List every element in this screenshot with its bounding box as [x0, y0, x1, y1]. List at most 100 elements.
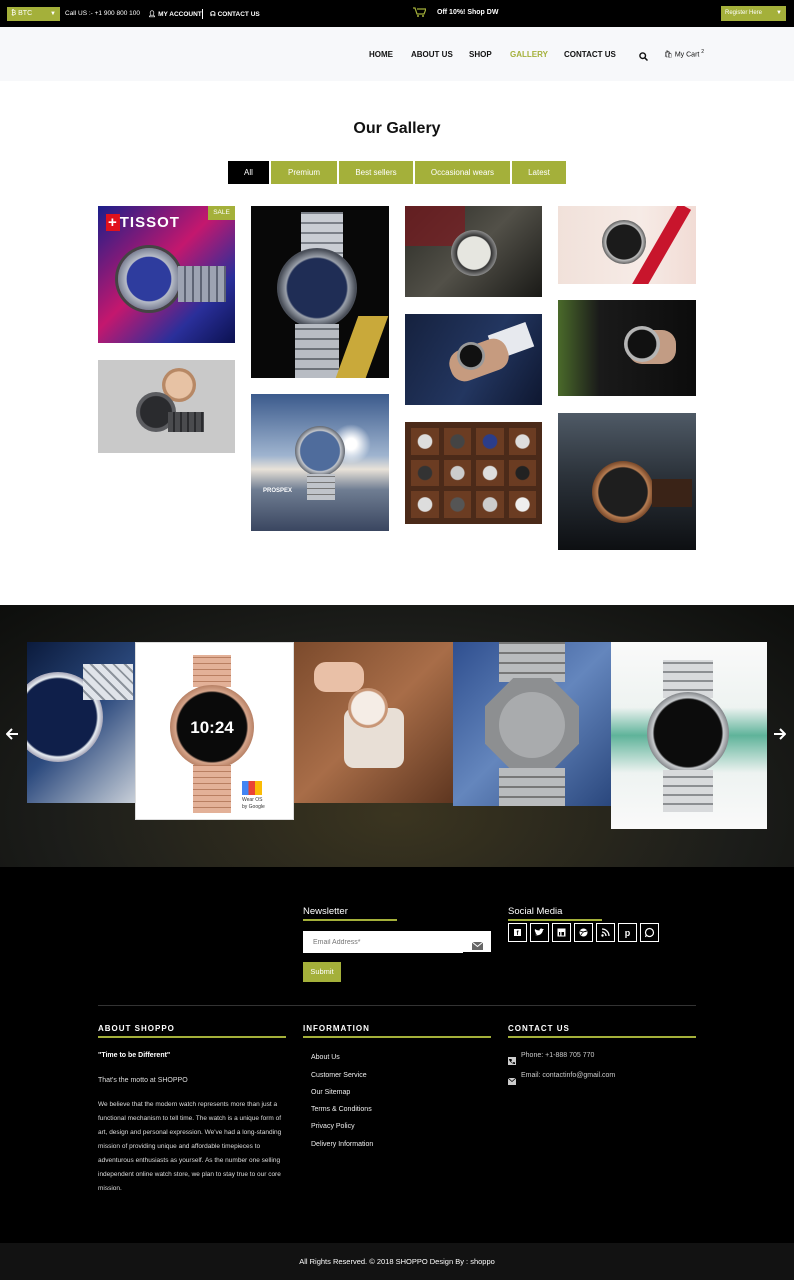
register-button[interactable]: Register Here ▼	[721, 6, 786, 21]
gallery-item-swiss-flag[interactable]	[405, 206, 542, 297]
footer-link-terms[interactable]: Terms & Conditions	[311, 1106, 372, 1113]
nav-contact-us[interactable]: CONTACT US	[564, 50, 616, 59]
watch-strap	[83, 664, 133, 700]
about-tagline: "Time to be Different"	[98, 1052, 171, 1059]
watch-strap	[178, 266, 226, 302]
decor	[335, 316, 389, 378]
watch-strap	[652, 479, 692, 507]
box-grid	[411, 428, 536, 518]
gallery-item-prospex[interactable]: PROSPEX	[251, 394, 389, 531]
arrow-right-icon[interactable]	[773, 727, 787, 745]
watch-strap	[295, 324, 339, 378]
whatsapp-icon[interactable]	[640, 923, 659, 942]
copyright-bar: All Rights Reserved. © 2018 SHOPPO Desig…	[0, 1243, 794, 1280]
twitter-icon[interactable]	[530, 923, 549, 942]
contact-underline	[508, 1036, 696, 1038]
dribbble-icon[interactable]	[574, 923, 593, 942]
caret-down-icon: ▼	[776, 10, 782, 16]
footer-link-about-us[interactable]: About Us	[311, 1054, 340, 1061]
carousel-slide-diamond-watch[interactable]	[27, 642, 135, 803]
user-icon: 👤︎	[148, 11, 157, 18]
about-body: We believe that the modern watch represe…	[98, 1101, 282, 1192]
bitcoin-icon: ₿	[11, 10, 17, 17]
gallery-item-ribbon[interactable]	[558, 206, 696, 284]
facebook-icon[interactable]: f	[508, 923, 527, 942]
gallery-item-tissot[interactable]: + TISSOT SALE	[98, 206, 235, 343]
about-underline	[98, 1036, 286, 1038]
contact-us-link[interactable]: ☊ CONTACT US	[210, 10, 260, 18]
cart-label: My Cart	[674, 51, 700, 59]
tab-all[interactable]: All	[228, 161, 269, 184]
copyright-text: All Rights Reserved. © 2018 SHOPPO Desig…	[299, 1257, 495, 1266]
svg-text:p: p	[625, 928, 631, 938]
gallery-item-moonphase[interactable]	[558, 413, 696, 550]
my-account-link[interactable]: 👤︎ MY ACCOUNT	[148, 10, 202, 18]
hand	[314, 662, 364, 692]
watch-image	[348, 688, 388, 728]
watch-image	[118, 248, 180, 310]
footer-link-sitemap[interactable]: Our Sitemap	[311, 1089, 350, 1096]
footer-link-customer-service[interactable]: Customer Service	[311, 1072, 367, 1079]
promo-text[interactable]: Off 10%! Shop DW	[437, 9, 498, 16]
watch-image	[602, 220, 646, 264]
about-motto: That's the motto at SHOPPO	[98, 1077, 188, 1084]
rss-icon[interactable]	[596, 923, 615, 942]
gallery-item-suit-wrist[interactable]	[405, 314, 542, 405]
watch-strap	[168, 412, 204, 432]
register-label: Register Here	[725, 10, 763, 16]
watch-image	[295, 426, 345, 476]
watch-image	[624, 326, 660, 362]
nav-home[interactable]: HOME	[369, 50, 393, 59]
carousel-slide-coat-wrist[interactable]	[294, 642, 453, 803]
cart-count: 2	[701, 49, 705, 55]
tab-latest[interactable]: Latest	[512, 161, 566, 184]
product-carousel: 10:24 Wear OS by Google	[0, 605, 794, 867]
carousel-slide-smartwatch[interactable]: 10:24 Wear OS by Google	[135, 642, 294, 820]
watch-image	[457, 342, 485, 370]
newsletter-underline	[303, 919, 397, 921]
watch-image	[451, 230, 497, 276]
headset-icon: ☊	[210, 11, 216, 18]
gallery-item-rosegold-pair[interactable]	[98, 360, 235, 453]
gallery-item-watch-box[interactable]	[405, 422, 542, 524]
linkedin-icon[interactable]	[552, 923, 571, 942]
by-google-text: by Google	[242, 804, 265, 810]
gallery-item-suit-hand[interactable]	[558, 300, 696, 396]
sale-badge: SALE	[208, 206, 235, 220]
currency-value: BTC	[18, 10, 33, 17]
nav-gallery[interactable]: GALLERY	[510, 50, 548, 59]
footer-link-privacy[interactable]: Privacy Policy	[311, 1123, 355, 1130]
arrow-left-icon[interactable]	[5, 727, 19, 745]
social-underline	[508, 919, 602, 921]
email-input[interactable]	[303, 932, 463, 953]
shopping-bag-icon: 🛍︎	[664, 51, 673, 59]
contact-email[interactable]: Email: contactinfo@gmail.com	[521, 1072, 615, 1079]
about-heading: ABOUT SHOPPO	[98, 1024, 175, 1033]
phone-text: Call US :- +1 900 800 100	[65, 10, 140, 17]
tab-occasional-wears[interactable]: Occasional wears	[415, 161, 510, 184]
nav-shop[interactable]: SHOP	[469, 50, 492, 59]
information-heading: INFORMATION	[303, 1024, 370, 1033]
tab-best-sellers[interactable]: Best sellers	[339, 161, 413, 184]
social-heading: Social Media	[508, 906, 563, 917]
carousel-slide-rolex[interactable]	[611, 642, 767, 829]
currency-select[interactable]: ₿ BTC ▼	[7, 7, 60, 21]
contact-heading: CONTACT US	[508, 1024, 570, 1033]
contact-us-label: CONTACT US	[217, 11, 260, 18]
envelope-icon	[507, 1072, 517, 1090]
main-navbar: HOME ABOUT US SHOP GALLERY CONTACT US 🛍︎…	[0, 27, 794, 81]
divider	[202, 9, 203, 19]
pinterest-icon[interactable]: p	[618, 923, 637, 942]
carousel-slide-octo[interactable]	[453, 642, 611, 806]
contact-phone: Phone: +1-888 705 770	[521, 1052, 595, 1059]
gallery-title: Our Gallery	[353, 120, 441, 137]
submit-button[interactable]: Submit	[303, 962, 341, 982]
nav-about-us[interactable]: ABOUT US	[411, 50, 453, 59]
wear-os-logo	[242, 781, 262, 795]
tab-premium[interactable]: Premium	[271, 161, 337, 184]
gallery-item-diver-blue[interactable]	[251, 206, 389, 378]
footer-link-delivery[interactable]: Delivery Information	[311, 1141, 373, 1148]
cart-link[interactable]: 🛍︎ My Cart 2	[664, 49, 704, 58]
watch-strap	[193, 765, 231, 813]
search-icon[interactable]	[639, 48, 649, 66]
